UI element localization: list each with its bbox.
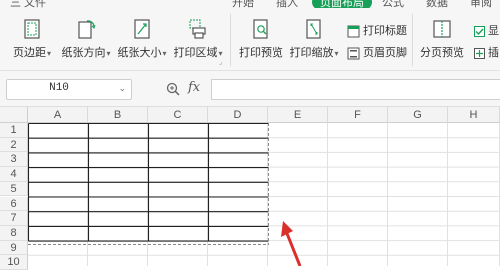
menu-bar: 三 文件 开始 插入 页面布局 公式 数据 审阅	[0, 0, 500, 8]
margins-label: 页边距	[12, 47, 46, 59]
column-header-d[interactable]: D	[208, 107, 268, 123]
header-footer-icon	[347, 47, 360, 60]
orientation-button[interactable]: 纸张方向▾	[58, 8, 114, 70]
print-scale-label: 打印缩放	[289, 47, 334, 59]
row-header-9[interactable]: 9	[0, 240, 28, 256]
print-preview-icon	[253, 19, 268, 39]
row-header-8[interactable]: 8	[0, 225, 28, 241]
print-titles-button[interactable]: 打印标题	[347, 22, 407, 38]
name-box-value: N10	[49, 82, 69, 94]
formula-input[interactable]	[211, 79, 500, 100]
row-header-1[interactable]: 1	[0, 123, 28, 138]
ribbon-separator	[412, 14, 413, 66]
row-header-4[interactable]: 4	[0, 167, 28, 182]
header-footer-button[interactable]: 页眉页脚	[347, 44, 407, 60]
column-header-a[interactable]: A	[28, 107, 88, 123]
orientation-label: 纸张方向	[61, 47, 106, 59]
red-arrow-icon	[281, 221, 302, 266]
show-checkbox[interactable]: 显	[474, 22, 499, 38]
zoom-in-icon[interactable]	[166, 82, 180, 96]
paper-size-button[interactable]: 纸张大小▾	[114, 8, 170, 70]
print-area-button[interactable]: 打印区域▾	[170, 8, 226, 70]
column-header-h[interactable]: H	[448, 107, 500, 123]
name-box[interactable]: N10 ⌄	[6, 79, 132, 100]
row-header-2[interactable]: 2	[0, 137, 28, 153]
table-borders	[28, 123, 269, 242]
menu-insert[interactable]: 插入	[276, 0, 298, 8]
column-header-b[interactable]: B	[88, 107, 148, 123]
insert-label: 插	[488, 47, 499, 59]
margins-icon	[24, 19, 40, 39]
menu-file[interactable]: 三 文件	[10, 0, 46, 8]
header-footer-label: 页眉页脚	[363, 47, 407, 59]
page-break-preview-icon	[433, 20, 451, 38]
insert-button[interactable]: 插	[474, 44, 499, 60]
page-break-preview-label: 分页预览	[420, 47, 464, 59]
page-break-preview-button[interactable]: 分页预览	[414, 8, 470, 70]
menu-page-layout[interactable]: 页面布局	[312, 0, 372, 8]
row-header-7[interactable]: 7	[0, 211, 28, 226]
checkbox-icon	[474, 25, 485, 37]
insert-icon	[474, 47, 485, 59]
print-area-label: 打印区域	[173, 47, 218, 59]
chevron-down-icon[interactable]: ⌄	[118, 83, 126, 94]
column-header-c[interactable]: C	[148, 107, 208, 123]
print-area-icon	[189, 19, 206, 39]
grid-lines	[28, 123, 500, 266]
show-label: 显	[488, 25, 499, 37]
orientation-icon	[78, 20, 96, 39]
ribbon: 页边距▾ 纸张方向▾ 纸张大小▾ 打印区域▾ ⌟ 打印预览 打印缩放▾ 打印标题…	[0, 8, 500, 71]
menu-formulas[interactable]: 公式	[382, 0, 404, 8]
column-header-g[interactable]: G	[388, 107, 448, 123]
worksheet-grid[interactable]	[28, 123, 500, 266]
row-header-3[interactable]: 3	[0, 152, 28, 168]
menu-home[interactable]: 开始	[232, 0, 254, 8]
fx-button[interactable]: fx	[188, 80, 200, 95]
row-header-6[interactable]: 6	[0, 196, 28, 212]
print-preview-label: 打印预览	[239, 47, 283, 59]
ribbon-separator	[230, 14, 231, 66]
print-scale-button[interactable]: 打印缩放▾	[288, 8, 340, 70]
column-header-f[interactable]: F	[328, 107, 388, 123]
formula-bar: N10 ⌄ fx	[0, 71, 500, 107]
print-titles-icon	[347, 25, 360, 38]
menu-review[interactable]: 审阅	[470, 0, 492, 8]
print-titles-label: 打印标题	[363, 25, 407, 37]
margins-button[interactable]: 页边距▾	[4, 8, 60, 70]
paper-size-label: 纸张大小	[117, 47, 162, 59]
fx-area: fx	[166, 79, 206, 99]
menu-data[interactable]: 数据	[426, 0, 448, 8]
group-dialog-launcher[interactable]: ⌟	[219, 58, 222, 66]
print-preview-button[interactable]: 打印预览	[236, 8, 286, 70]
paper-size-icon	[134, 19, 150, 39]
row-header-10[interactable]: 10	[0, 255, 28, 270]
print-scale-icon	[306, 19, 321, 39]
row-header-5[interactable]: 5	[0, 181, 28, 197]
column-header-e[interactable]: E	[268, 107, 328, 123]
select-all-corner[interactable]	[0, 107, 28, 123]
